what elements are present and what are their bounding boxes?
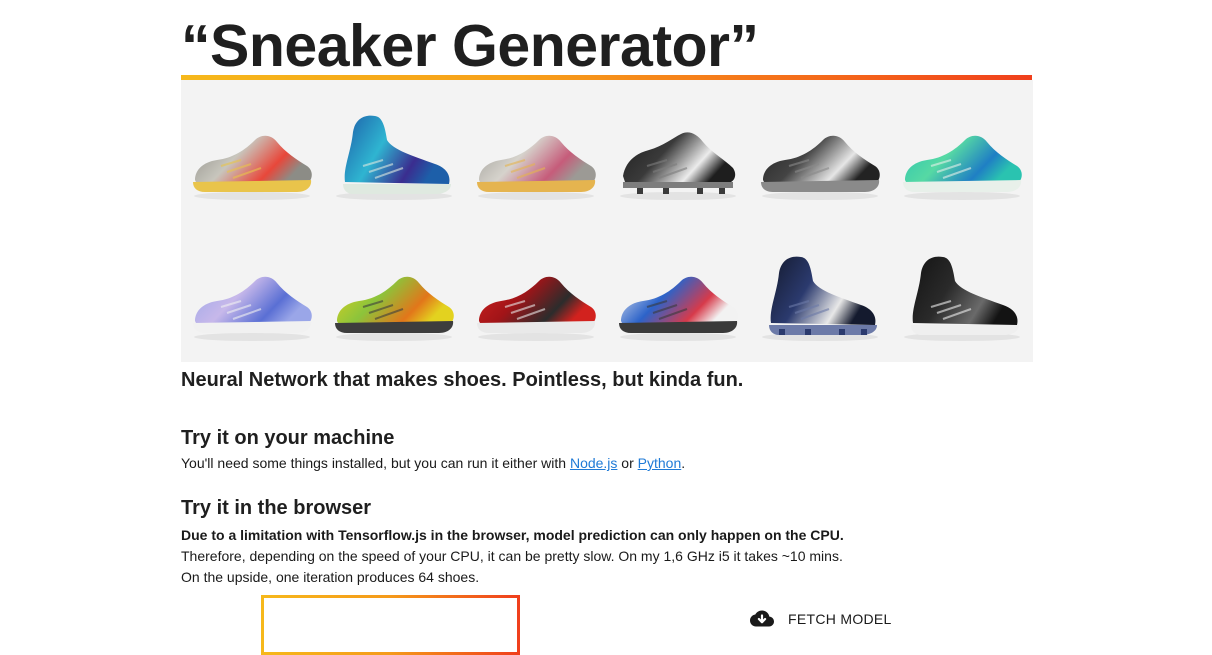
shoe-thumbnail: [323, 221, 465, 362]
shoe-thumbnail: [323, 80, 465, 221]
page-title: “Sneaker Generator”: [181, 13, 759, 79]
shoe-illustration: [762, 256, 878, 341]
shoe-thumbnail: [465, 221, 607, 362]
shoe-illustration: [193, 276, 312, 341]
shoe-thumbnail: [465, 80, 607, 221]
browser-heading: Try it in the browser: [181, 497, 372, 519]
shoe-illustration: [477, 135, 596, 200]
fetch-model-button[interactable]: FETCH MODEL: [750, 605, 892, 633]
generated-shoes-canvas: [261, 595, 520, 655]
shoe-thumbnail: [891, 80, 1033, 221]
shoe-thumbnail: [749, 80, 891, 221]
shoe-illustration: [336, 115, 452, 200]
shoe-illustration: [903, 135, 1022, 200]
shoe-gallery: [181, 80, 1033, 362]
python-link[interactable]: Python: [638, 455, 682, 471]
shoe-thumbnail: [891, 221, 1033, 362]
machine-heading: Try it on your machine: [181, 427, 395, 449]
shoe-illustration: [335, 276, 454, 341]
shoe-thumbnail: [607, 80, 749, 221]
shoe-illustration: [904, 256, 1020, 341]
shoe-illustration: [477, 276, 596, 341]
machine-text-middle: or: [617, 455, 638, 471]
nodejs-link[interactable]: Node.js: [570, 455, 617, 471]
machine-text-before: You'll need some things installed, but y…: [181, 455, 570, 471]
shoe-thumbnail: [749, 221, 891, 362]
machine-description: You'll need some things installed, but y…: [181, 453, 1032, 474]
shoe-illustration: [193, 135, 312, 200]
browser-upside-note: On the upside, one iteration produces 64…: [181, 569, 480, 585]
shoe-thumbnail: [607, 221, 749, 362]
shoe-illustration: [620, 132, 736, 200]
tagline: Neural Network that makes shoes. Pointle…: [181, 369, 744, 391]
shoe-thumbnail: [181, 221, 323, 362]
browser-speed-note: Therefore, depending on the speed of you…: [181, 548, 843, 564]
fetch-model-label: FETCH MODEL: [788, 611, 892, 627]
page-container: “Sneaker Generator” Neural Network that …: [181, 0, 1033, 588]
browser-warning: Due to a limitation with Tensorflow.js i…: [181, 527, 844, 543]
cloud-download-icon: [750, 610, 774, 627]
machine-text-after: .: [681, 455, 686, 471]
shoe-thumbnail: [181, 80, 323, 221]
shoe-illustration: [761, 135, 880, 200]
shoe-illustration: [619, 276, 738, 341]
